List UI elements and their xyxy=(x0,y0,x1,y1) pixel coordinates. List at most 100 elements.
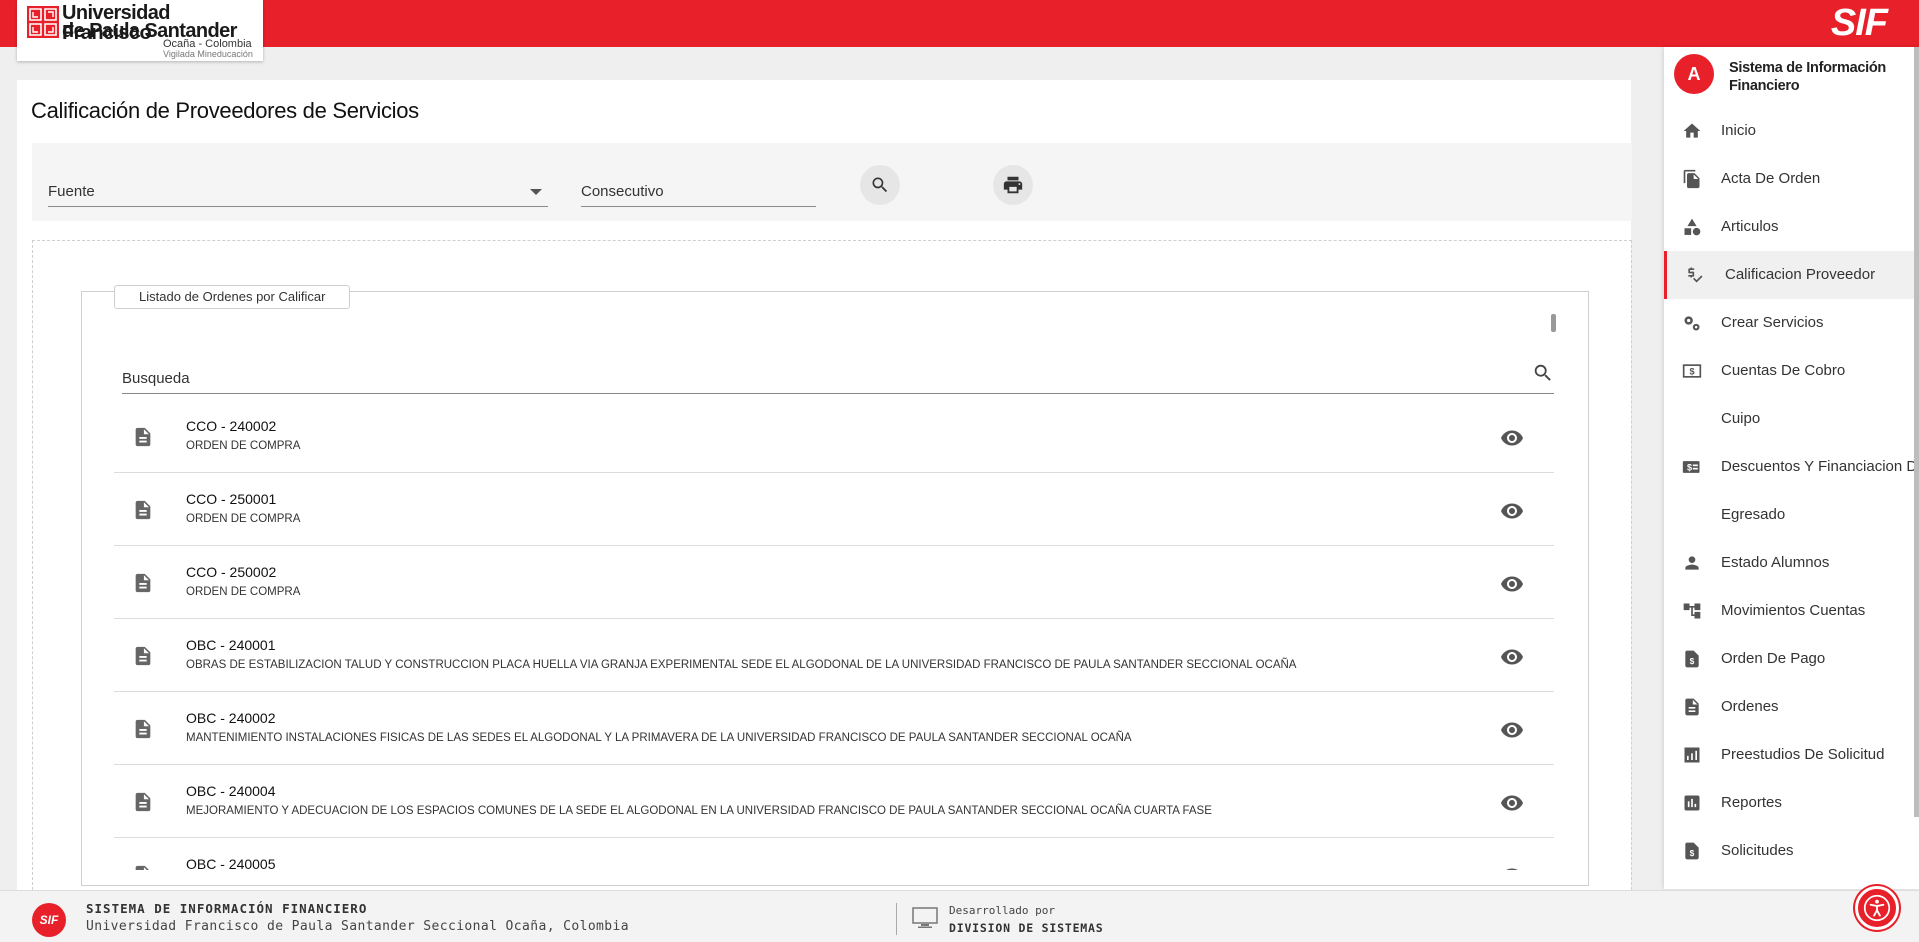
list-item[interactable]: CCO - 240002 ORDEN DE COMPRA xyxy=(114,400,1554,473)
sidebar-item-label: Articulos xyxy=(1721,218,1779,235)
document-icon xyxy=(135,719,151,739)
filter-panel: Fuente Consecutivo xyxy=(32,143,1632,221)
footer-developed-by: Desarrollado por xyxy=(949,904,1055,917)
order-code: OBC - 240002 xyxy=(186,710,276,726)
fuente-label: Fuente xyxy=(48,183,95,200)
list-item[interactable]: OBC - 240005 xyxy=(114,838,1554,870)
list-item[interactable]: CCO - 250002 ORDEN DE COMPRA xyxy=(114,546,1554,619)
sidebar-item-label: Preestudios De Solicitud xyxy=(1721,746,1885,763)
list-item[interactable]: OBC - 240001 OBRAS DE ESTABILIZACION TAL… xyxy=(114,619,1554,692)
category-icon xyxy=(1684,218,1701,236)
file-copy-icon xyxy=(1683,169,1700,189)
sidebar-item-movimientos-cuentas[interactable]: Movimientos Cuentas xyxy=(1664,587,1919,635)
settings-gears-icon xyxy=(1684,316,1700,331)
chevron-down-icon xyxy=(530,189,542,195)
sidebar-item-label: Cuipo xyxy=(1721,410,1761,427)
fuente-select[interactable]: Fuente xyxy=(48,173,548,207)
description-icon xyxy=(1685,698,1699,716)
list-legend: Listado de Ordenes por Calificar xyxy=(114,285,351,309)
sidebar-item-label: Movimientos Cuentas xyxy=(1721,602,1866,619)
print-icon xyxy=(1003,176,1023,194)
request-quote-icon: $ xyxy=(1685,842,1699,860)
busqueda-label: Busqueda xyxy=(122,370,190,387)
sif-brand-logo: SIF xyxy=(1830,2,1888,44)
sidebar-item-acta-de-orden[interactable]: Acta De Orden xyxy=(1664,155,1919,203)
sidebar-item-descuentos[interactable]: $ Descuentos Y Financiacion D xyxy=(1664,443,1919,491)
sidebar-scrollbar[interactable] xyxy=(1914,47,1919,817)
order-code: OBC - 240001 xyxy=(186,637,276,653)
print-button[interactable] xyxy=(993,165,1033,205)
sidebar: A Sistema de Información Financiero Inic… xyxy=(1664,47,1919,889)
sidebar-item-cuipo[interactable]: Cuipo xyxy=(1664,395,1919,443)
sidebar-item-label: Crear Servicios xyxy=(1721,314,1824,331)
accessibility-button[interactable] xyxy=(1855,886,1899,930)
order-description: ORDEN DE COMPRA xyxy=(186,440,301,452)
page-title: Calificación de Proveedores de Servicios xyxy=(31,98,419,123)
sidebar-item-egresado[interactable]: Egresado xyxy=(1664,491,1919,539)
document-icon xyxy=(135,865,149,870)
svg-text:$: $ xyxy=(1690,656,1695,666)
sidebar-item-label: Reportes xyxy=(1721,794,1782,811)
eye-icon[interactable] xyxy=(1500,499,1524,523)
price-check-icon xyxy=(1688,267,1703,283)
document-icon xyxy=(135,500,151,520)
eye-icon[interactable] xyxy=(1500,645,1524,669)
sidebar-item-label: Solicitudes xyxy=(1721,842,1794,859)
sidebar-item-articulos[interactable]: Articulos xyxy=(1664,203,1919,251)
main-content: Calificación de Proveedores de Servicios… xyxy=(17,80,1632,900)
results-area: Listado de Ordenes por Calificar Busqued… xyxy=(32,240,1632,900)
document-icon xyxy=(135,646,151,666)
sidebar-item-label: Cuentas De Cobro xyxy=(1721,362,1846,379)
svg-text:$: $ xyxy=(1689,366,1694,376)
sidebar-item-crear-servicios[interactable]: Crear Servicios xyxy=(1664,299,1919,347)
consecutivo-input[interactable]: Consecutivo xyxy=(581,173,816,207)
sidebar-item-inicio[interactable]: Inicio xyxy=(1664,107,1919,155)
sidebar-item-reportes[interactable]: Reportes xyxy=(1664,779,1919,827)
svg-text:$: $ xyxy=(1690,848,1695,858)
document-icon xyxy=(135,792,151,812)
busqueda-input[interactable]: Busqueda xyxy=(122,364,1554,394)
eye-icon[interactable] xyxy=(1500,791,1524,815)
sidebar-item-preestudios[interactable]: Preestudios De Solicitud xyxy=(1664,731,1919,779)
bar-chart-icon xyxy=(1684,795,1700,811)
sidebar-nav: Inicio Acta De Orden Articulos Calificac… xyxy=(1664,107,1919,875)
order-description: ORDEN DE COMPRA xyxy=(186,586,301,598)
list-item[interactable]: OBC - 240004 MEJORAMIENTO Y ADECUACION D… xyxy=(114,765,1554,838)
list-item[interactable]: CCO - 250001 ORDEN DE COMPRA xyxy=(114,473,1554,546)
list-item[interactable]: OBC - 240002 MANTENIMIENTO INSTALACIONES… xyxy=(114,692,1554,765)
sidebar-item-estado-alumnos[interactable]: Estado Alumnos xyxy=(1664,539,1919,587)
eye-icon[interactable] xyxy=(1500,864,1524,870)
footer-sif-logo: SIF xyxy=(32,903,66,937)
sidebar-item-calificacion-proveedor[interactable]: Calificacion Proveedor xyxy=(1664,251,1919,299)
sidebar-item-label: Estado Alumnos xyxy=(1721,554,1830,571)
search-icon xyxy=(872,177,888,193)
sidebar-item-label: Egresado xyxy=(1721,506,1786,523)
request-quote-icon: $ xyxy=(1685,650,1699,668)
person-icon xyxy=(1685,556,1699,570)
money-card-icon: $ xyxy=(1682,461,1700,473)
sidebar-item-label: Inicio xyxy=(1721,122,1757,139)
order-code: CCO - 250002 xyxy=(186,564,277,580)
sidebar-item-orden-de-pago[interactable]: $ Orden De Pago xyxy=(1664,635,1919,683)
sidebar-item-solicitudes[interactable]: $ Solicitudes xyxy=(1664,827,1919,875)
eye-icon[interactable] xyxy=(1500,572,1524,596)
order-code: CCO - 240002 xyxy=(186,418,277,434)
footer-divider xyxy=(896,903,897,935)
footer-title: SISTEMA DE INFORMACIÓN FINANCIERO xyxy=(86,901,368,916)
money-icon: $ xyxy=(1682,364,1702,378)
sidebar-item-label: Descuentos Y Financiacion D xyxy=(1721,458,1918,475)
eye-icon[interactable] xyxy=(1500,718,1524,742)
avatar[interactable]: A xyxy=(1674,54,1714,94)
list-scrollbar[interactable] xyxy=(1551,314,1556,332)
busqueda-search-icon[interactable] xyxy=(1532,362,1554,389)
order-description: MANTENIMIENTO INSTALACIONES FISICAS DE L… xyxy=(186,732,1132,744)
sidebar-item-ordenes[interactable]: Ordenes xyxy=(1664,683,1919,731)
footer-subtitle: Universidad Francisco de Paula Santander… xyxy=(86,919,629,934)
orders-list: CCO - 240002 ORDEN DE COMPRA CCO - 25000… xyxy=(114,400,1554,870)
university-logo[interactable]: Universidad Francisco de Paula Santander… xyxy=(17,0,263,61)
search-button[interactable] xyxy=(860,165,900,205)
system-name: Sistema de Información Financiero xyxy=(1729,60,1886,94)
analytics-icon xyxy=(1684,747,1700,763)
sidebar-item-cuentas-de-cobro[interactable]: $ Cuentas De Cobro xyxy=(1664,347,1919,395)
eye-icon[interactable] xyxy=(1500,426,1524,450)
